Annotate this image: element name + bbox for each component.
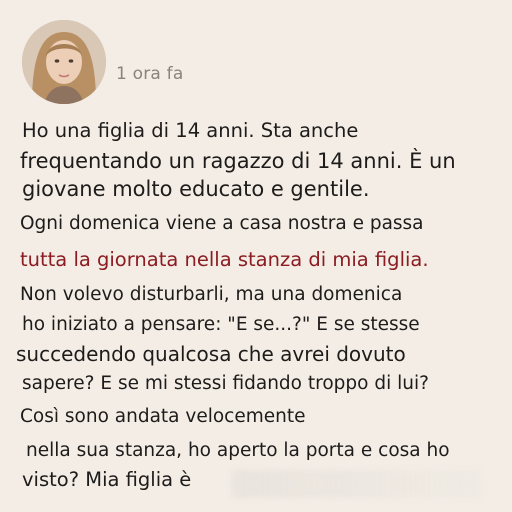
story-line-4: Ogni domenica viene a casa nostra e pass… [20,213,424,234]
story-line-2: frequentando un ragazzo di 14 anni. È un [20,149,456,173]
story-line-1: Ho una figlia di 14 anni. Sta anche [22,119,359,142]
story-line-11: nella sua stanza, ho aperto la porta e c… [26,440,450,461]
story-line-6: Non volevo disturbarli, ma una domenica [20,284,403,305]
story-line-8: succedendo qualcosa che avrei dovuto [16,342,406,366]
story-line-3: giovane molto educato e gentile. [22,177,370,201]
author-avatar[interactable] [22,20,106,104]
story-line-10: Così sono andata velocemente [20,406,306,427]
blurred-text-teaser [232,470,482,498]
post-timestamp: 1 ora fa [116,64,184,84]
story-post: 1 ora fa Ho una figlia di 14 anni. Sta a… [0,0,512,512]
story-line-7: ho iniziato a pensare: "E se...?" E se s… [22,314,420,335]
story-line-12: visto? Mia figlia è [22,468,192,491]
story-line-9: sapere? E se mi stessi fidando troppo di… [22,373,429,394]
avatar-portrait-image [22,20,106,104]
story-line-highlight: tutta la giornata nella stanza di mia fi… [20,248,429,271]
